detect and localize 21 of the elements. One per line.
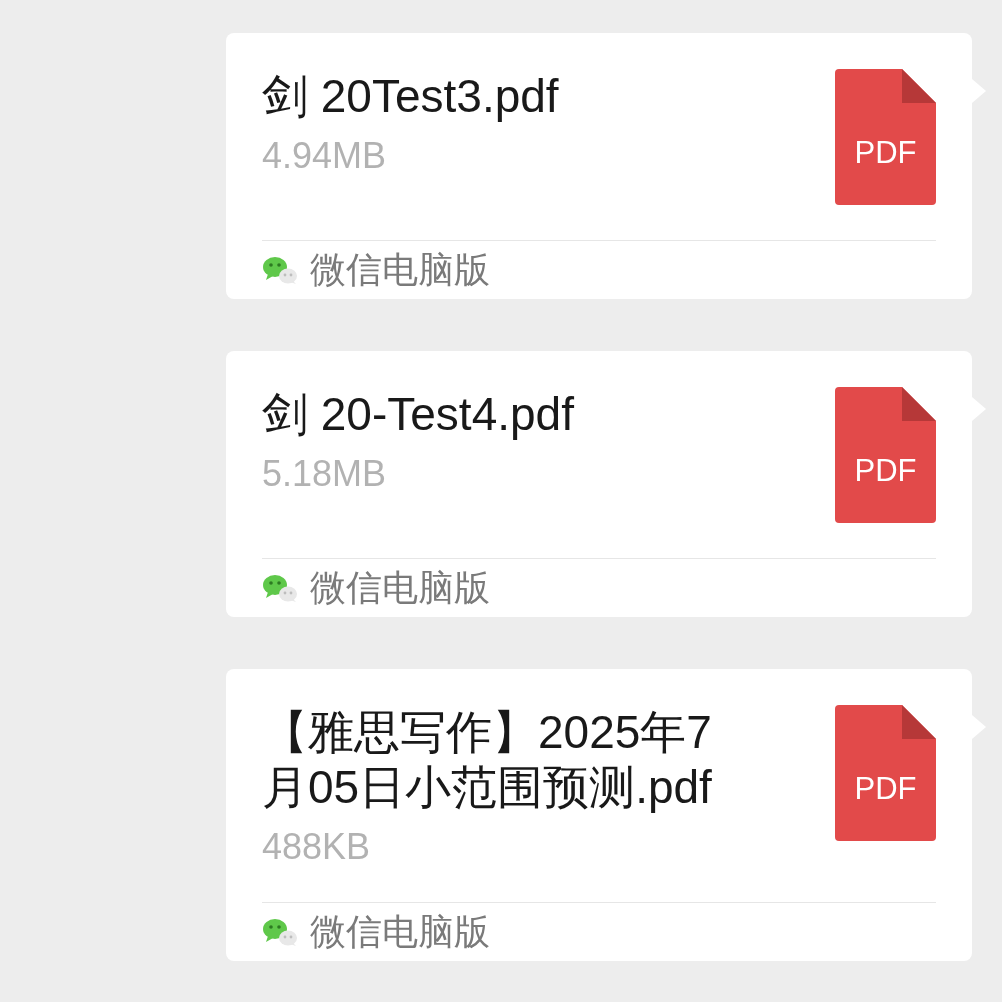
pdf-file-icon (835, 705, 936, 841)
file-message-bubble[interactable]: 【雅思写作】2025年7月05日小范围预测.pdf 488KB PDF 微信电脑版 (226, 669, 972, 961)
source-label: 微信电脑版 (310, 568, 490, 608)
file-name: 【雅思写作】2025年7月05日小范围预测.pdf (262, 705, 713, 815)
chat-bubbles-icon (262, 255, 298, 285)
file-type-label: PDF (853, 452, 918, 490)
file-type-label: PDF (853, 770, 918, 808)
pdf-file-icon (835, 69, 936, 205)
pdf-file-icon (835, 387, 936, 523)
source-label: 微信电脑版 (310, 912, 490, 952)
file-name: 剑 20Test3.pdf (262, 69, 560, 124)
chat-bubbles-icon (262, 917, 298, 947)
file-type-label: PDF (853, 134, 918, 172)
file-message-bubble[interactable]: 剑 20Test3.pdf 4.94MB PDF 微信电脑版 (226, 33, 972, 299)
file-name: 剑 20-Test4.pdf (262, 387, 575, 442)
file-size: 4.94MB (262, 136, 387, 176)
file-size: 5.18MB (262, 454, 387, 494)
source-label: 微信电脑版 (310, 250, 490, 290)
file-size: 488KB (262, 827, 371, 867)
chat-bubbles-icon (262, 573, 298, 603)
file-message-bubble[interactable]: 剑 20-Test4.pdf 5.18MB PDF 微信电脑版 (226, 351, 972, 617)
